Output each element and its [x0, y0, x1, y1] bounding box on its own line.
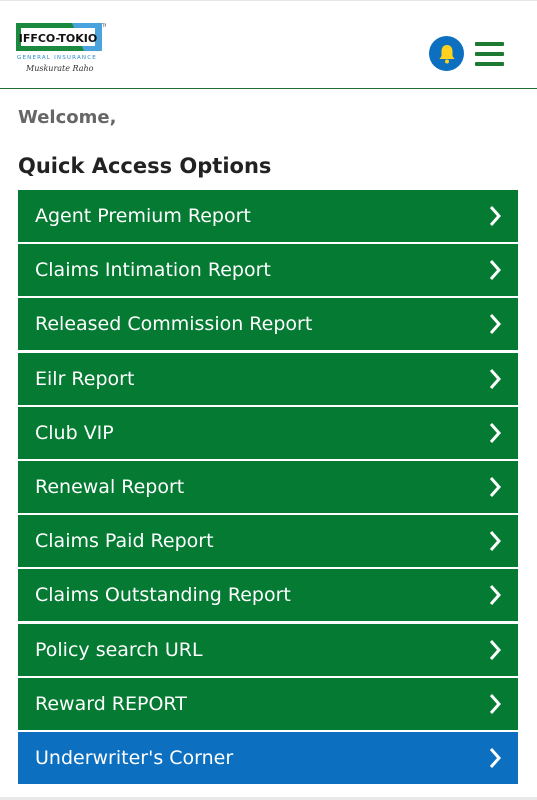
chevron-right-icon [489, 747, 502, 768]
option-claims-outstanding-report[interactable]: Claims Outstanding Report [18, 569, 518, 622]
chevron-right-icon [489, 639, 502, 660]
bell-icon [439, 44, 454, 63]
option-label: Claims Intimation Report [35, 259, 271, 282]
option-club-vip[interactable]: Club VIP [18, 406, 518, 459]
svg-text:GENERAL INSURANCE: GENERAL INSURANCE [17, 55, 97, 61]
option-underwriters-corner[interactable]: Underwriter's Corner [18, 731, 518, 784]
option-claims-paid-report[interactable]: Claims Paid Report [18, 515, 518, 568]
option-label: Agent Premium Report [35, 205, 251, 227]
chevron-right-icon [489, 476, 502, 497]
quick-access-list: Agent Premium Report Claims Intimation R… [18, 190, 518, 786]
notification-bell-button[interactable] [429, 36, 464, 71]
chevron-right-icon [489, 314, 502, 335]
option-reward-report[interactable]: Reward REPORT [18, 677, 518, 730]
chevron-right-icon [489, 422, 502, 443]
option-eilr-report[interactable]: Eilr Report [18, 352, 518, 405]
option-label: Renewal Report [35, 475, 185, 498]
iffco-tokio-logo[interactable]: IFFCO-TOKIO TM GENERAL INSURANCE Muskura… [16, 21, 108, 79]
option-label: Eilr Report [35, 367, 135, 390]
svg-text:Muskurate Raho: Muskurate Raho [25, 64, 94, 73]
option-label: Reward REPORT [35, 692, 187, 715]
chevron-right-icon [489, 260, 502, 281]
option-label: Policy search URL [35, 638, 203, 661]
svg-text:IFFCO-TOKIO: IFFCO-TOKIO [19, 32, 98, 45]
welcome-text: Welcome, [18, 107, 117, 128]
option-label: Underwriter's Corner [35, 746, 234, 769]
option-released-commission-report[interactable]: Released Commission Report [18, 298, 518, 351]
chevron-right-icon [489, 368, 502, 389]
option-label: Claims Paid Report [35, 530, 214, 553]
section-title: Quick Access Options [18, 154, 272, 178]
option-claims-intimation-report[interactable]: Claims Intimation Report [18, 244, 518, 297]
option-label: Club VIP [35, 421, 114, 444]
chevron-right-icon [489, 585, 502, 606]
option-renewal-report[interactable]: Renewal Report [18, 460, 518, 513]
option-policy-search-url[interactable]: Policy search URL [18, 623, 518, 676]
option-label: Claims Outstanding Report [35, 584, 291, 607]
svg-text:TM: TM [101, 23, 106, 28]
hamburger-menu-icon[interactable] [475, 42, 504, 67]
chevron-right-icon [489, 693, 502, 714]
option-agent-premium-report[interactable]: Agent Premium Report [18, 190, 518, 242]
chevron-right-icon [489, 531, 502, 552]
option-label: Released Commission Report [35, 313, 313, 336]
app-header: IFFCO-TOKIO TM GENERAL INSURANCE Muskura… [0, 0, 537, 89]
chevron-right-icon [489, 206, 502, 226]
